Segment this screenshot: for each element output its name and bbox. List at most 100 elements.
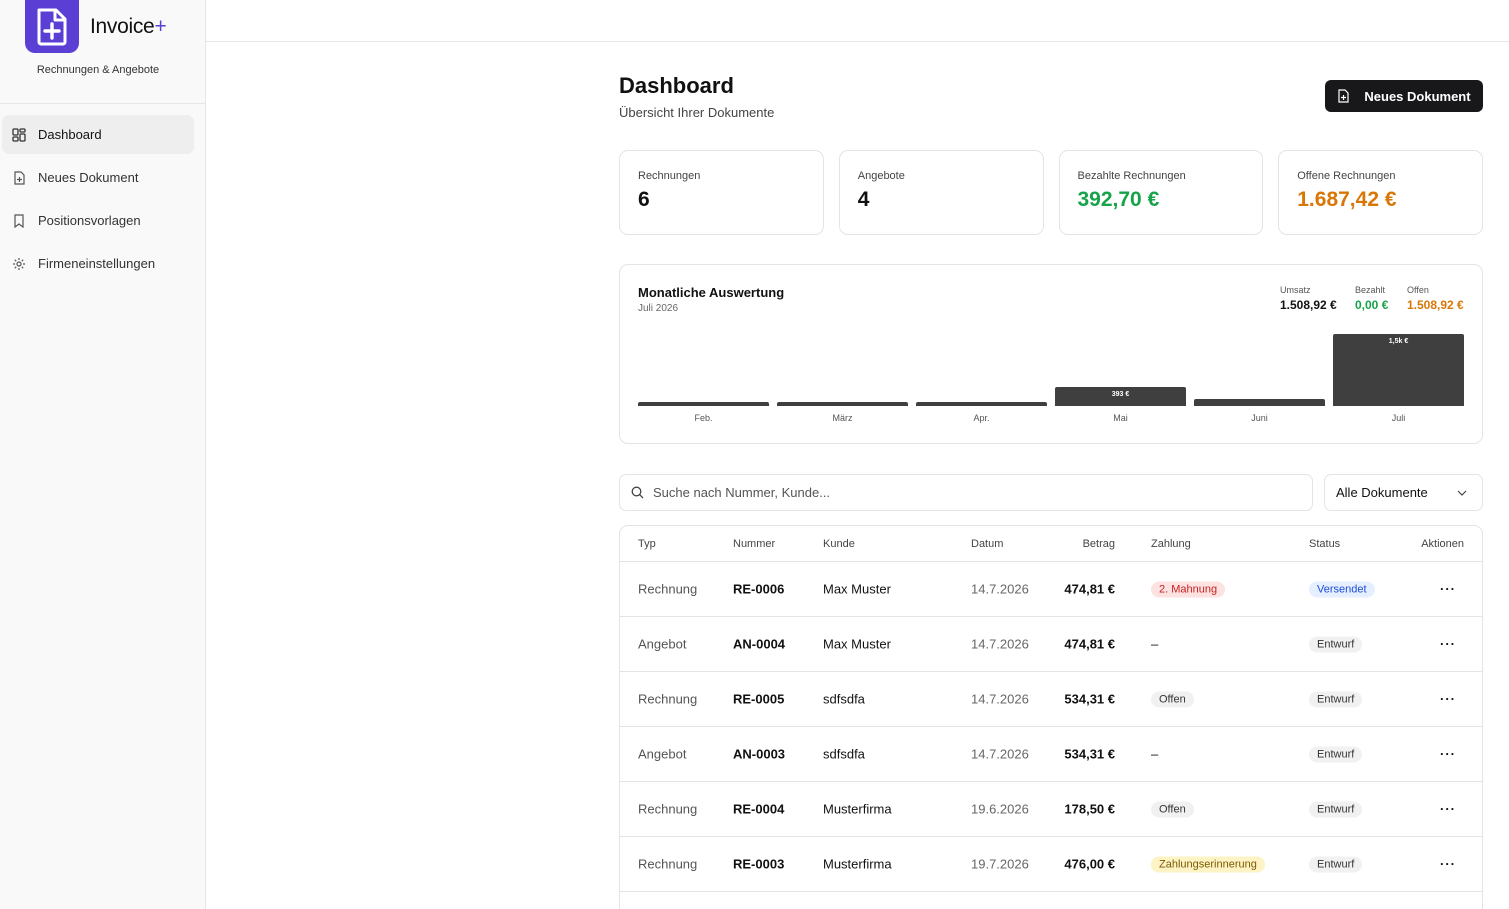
dashboard-icon — [12, 127, 26, 142]
cell-typ: Angebot — [638, 746, 687, 762]
table-row[interactable]: Angebot AN-0004 Max Muster 14.7.2026 474,81 … — [620, 617, 1482, 672]
cell-kunde: Musterfirma — [823, 801, 892, 817]
table-row[interactable]: Rechnung RE-0004 Musterfirma 19.6.2026 178,5… — [620, 782, 1482, 837]
sidebar-item-label: Dashboard — [38, 127, 102, 142]
stat-card-bezahlte-rechnungen: Bezahlte Rechnungen 392,70 € — [1058, 150, 1264, 235]
cell-betrag: 534,31 € — [1064, 691, 1115, 707]
payment-badge: Offen — [1151, 691, 1194, 708]
summary-value: 1.508,92 € — [1280, 298, 1337, 312]
cell-typ: Rechnung — [638, 581, 698, 597]
new-document-button[interactable]: Neues Dokument — [1325, 80, 1483, 112]
chart-x-label: Juli — [1391, 413, 1406, 423]
chart-bar-2 — [916, 402, 1047, 406]
stat-label: Rechnungen — [638, 170, 701, 182]
column-header-aktionen: Aktionen — [1421, 537, 1464, 550]
sidebar-item-positionsvorlagen[interactable]: Positionsvorlagen — [2, 201, 194, 240]
cell-betrag: 474,81 € — [1064, 636, 1115, 652]
chart-bar-1 — [777, 402, 908, 406]
row-actions-button[interactable]: ··· — [1440, 802, 1456, 817]
column-header-kunde[interactable]: Kunde — [823, 538, 855, 550]
stat-card-rechnungen: Rechnungen 6 — [619, 150, 824, 235]
cell-nummer: AN-0004 — [733, 636, 786, 652]
stat-label: Angebote — [857, 170, 905, 182]
cell-datum: 14.7.2026 — [971, 636, 1029, 652]
summary-bezahlt: Bezahlt 0,00 € — [1355, 285, 1388, 312]
sidebar-item-dashboard[interactable]: Dashboard — [2, 115, 194, 154]
chart-period: Juli 2026 — [638, 303, 679, 314]
file-plus-icon — [14, 170, 25, 185]
search-box[interactable] — [619, 474, 1313, 511]
cell-betrag: 476,00 € — [1064, 856, 1115, 872]
stat-label: Offene Rechnungen — [1297, 170, 1396, 182]
summary-label: Bezahlt — [1355, 285, 1386, 295]
row-actions-button[interactable]: ··· — [1440, 747, 1456, 762]
cell-betrag: 474,81 € — [1064, 581, 1115, 597]
column-header-betrag[interactable]: Betrag — [1083, 538, 1115, 550]
search-icon — [631, 486, 644, 499]
bookmark-icon — [14, 213, 24, 228]
document-filter-select[interactable]: Alle Dokumente — [1324, 474, 1483, 511]
cell-datum: 19.6.2026 — [971, 801, 1029, 817]
sidebar: Invoice+ Rechnungen & Angebote Dashboard… — [0, 0, 206, 909]
stat-card-offene-rechnungen: Offene Rechnungen 1.687,42 € — [1278, 150, 1483, 235]
stat-value: 1.687,42 € — [1297, 188, 1397, 211]
table-row[interactable]: Rechnung RE-0006 Max Muster 14.7.2026 474,81… — [620, 562, 1482, 617]
summary-offen: Offen 1.508,92 € — [1407, 285, 1464, 312]
chevron-down-icon — [1457, 490, 1467, 496]
status-badge: Entwurf — [1309, 636, 1363, 653]
table-row[interactable]: Rechnung RE-0003 Musterfirma 19.7.2026 476,0… — [620, 837, 1482, 892]
cell-typ: Rechnung — [638, 801, 698, 817]
cell-datum: 14.7.2026 — [971, 581, 1029, 597]
payment-badge: Zahlungserinnerung — [1151, 856, 1265, 873]
cell-datum: 14.7.2026 — [971, 691, 1029, 707]
cell-kunde: Musterfirma — [823, 856, 892, 872]
status-badge: Entwurf — [1309, 691, 1363, 708]
summary-label: Offen — [1407, 285, 1429, 295]
chart-data-label: 1,5k € — [1388, 338, 1409, 345]
row-actions-button[interactable]: ··· — [1440, 582, 1456, 597]
status-badge: Entwurf — [1309, 856, 1363, 873]
monthly-chart-card: Monatliche Auswertung Juli 2026 Umsatz 1.… — [619, 264, 1483, 444]
documents-table: Typ Nummer Kunde Datum Betrag Zahlung St… — [619, 525, 1483, 909]
column-header-status[interactable]: Status — [1309, 538, 1340, 550]
filter-selected: Alle Dokumente — [1336, 485, 1428, 500]
search-input[interactable] — [653, 485, 1253, 500]
cell-kunde: Max Muster — [823, 636, 891, 652]
cell-datum: 19.7.2026 — [971, 856, 1029, 872]
cell-typ: Angebot — [638, 636, 687, 652]
file-plus-icon — [1338, 89, 1349, 103]
cell-datum: 14.7.2026 — [971, 746, 1029, 762]
table-row[interactable]: Angebot AN-0003 sdfsdfa 14.7.2026 534,31 € – E… — [620, 727, 1482, 782]
chart-data-label: 393 € — [1111, 391, 1130, 398]
app-logo[interactable]: Invoice+ — [25, 0, 167, 53]
chart-x-label: Feb. — [694, 413, 713, 423]
sidebar-item-label: Firmeneinstellungen — [38, 256, 156, 271]
cell-nummer: AN-0003 — [733, 746, 786, 762]
gear-icon — [13, 257, 25, 270]
table-row[interactable]: Rechnung RE-0005 sdfsdfa 14.7.2026 534,31 € O… — [620, 672, 1482, 727]
row-actions-button[interactable]: ··· — [1440, 637, 1456, 652]
chart-bar-0 — [638, 402, 769, 406]
row-actions-button[interactable]: ··· — [1440, 692, 1456, 707]
payment-badge: 2. Mahnung — [1151, 581, 1226, 598]
sidebar-item-firmeneinstellungen[interactable]: Firmeneinstellungen — [2, 244, 194, 283]
summary-value: 1.508,92 € — [1407, 298, 1464, 312]
sidebar-item-label: Positionsvorlagen — [38, 213, 141, 228]
top-bar — [206, 0, 1509, 42]
row-actions-button[interactable]: ··· — [1440, 857, 1456, 872]
cell-kunde: sdfsdfa — [823, 691, 865, 707]
chart-bar-4 — [1194, 399, 1325, 406]
stats-row: Rechnungen 6 Angebote 4 Bezahlte Rechnunge… — [619, 150, 1483, 235]
column-header-datum[interactable]: Datum — [971, 538, 1003, 550]
sidebar-item-neues-dokument[interactable]: Neues Dokument — [2, 158, 194, 197]
summary-umsatz: Umsatz 1.508,92 € — [1280, 285, 1337, 312]
chart-x-label: Juni — [1251, 413, 1268, 423]
status-badge: Versendet — [1309, 581, 1375, 598]
table-header: Typ Nummer Kunde Datum Betrag Zahlung St… — [620, 526, 1482, 562]
column-header-typ[interactable]: Typ — [638, 538, 656, 550]
column-header-nummer[interactable]: Nummer — [733, 538, 775, 550]
column-header-zahlung[interactable]: Zahlung — [1151, 538, 1191, 550]
stat-card-angebote: Angebote 4 — [838, 150, 1044, 235]
payment-badge: Offen — [1151, 801, 1194, 818]
app-name: Invoice+ — [90, 14, 167, 38]
